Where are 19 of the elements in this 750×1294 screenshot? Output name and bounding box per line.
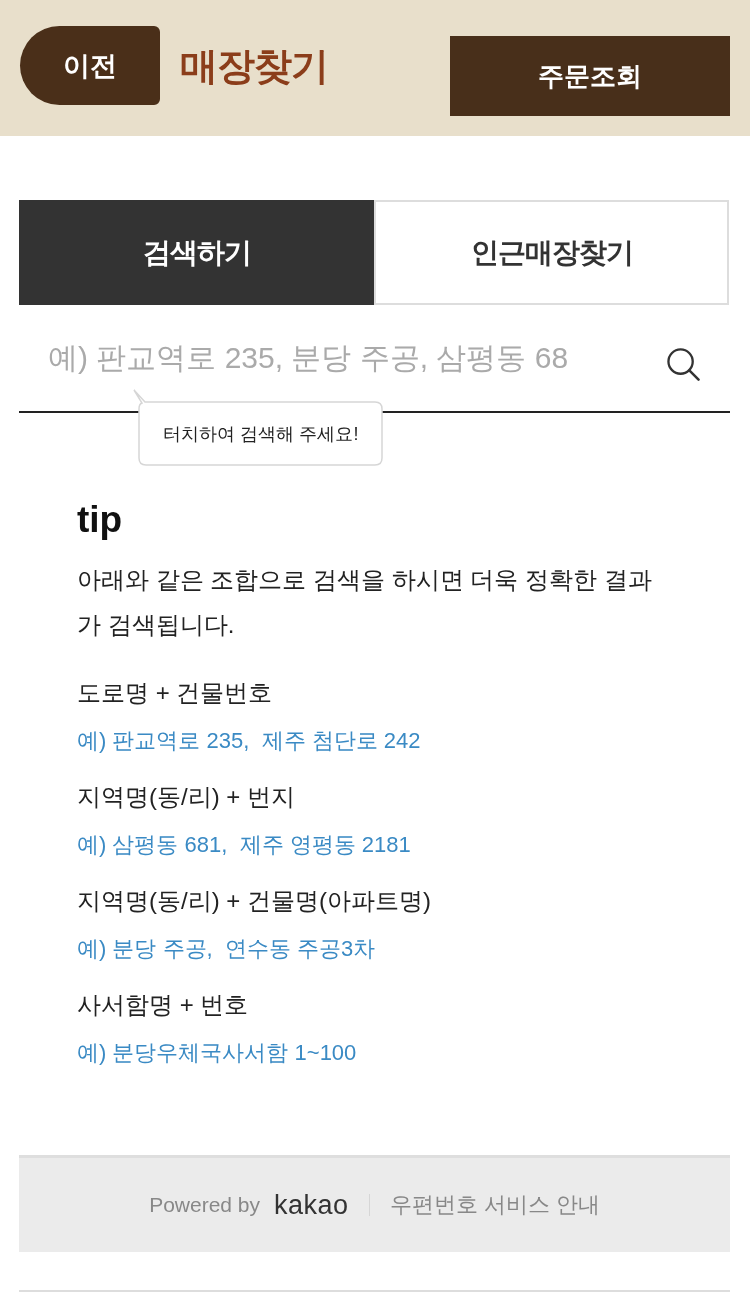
- search-example: 예) 분당우체국사서함 1~100: [77, 1039, 358, 1067]
- search-format-label: 도로명 + 건물번호: [77, 678, 274, 708]
- back-button[interactable]: 이전: [20, 26, 160, 105]
- tip-heading: tip: [77, 498, 124, 542]
- search-format-label: 지역명(동/리) + 건물명(아파트명): [77, 886, 432, 916]
- tooltip: 터치하여 검색해 주세요!: [133, 388, 383, 466]
- tab[interactable]: 인근매장찾기: [374, 200, 729, 305]
- search-example: 예) 판교역로 235, 제주 첨단로 242: [77, 727, 422, 755]
- search-format-label: 사서함명 + 번호: [77, 990, 250, 1020]
- order-lookup-button[interactable]: 주문조회: [450, 36, 730, 116]
- search-format-label: 지역명(동/리) + 번지: [77, 782, 296, 812]
- search-example: 예) 분당 주공, 연수동 주공3차: [77, 935, 377, 963]
- powered-by-text: Powered by: [149, 1193, 261, 1217]
- tab[interactable]: 검색하기: [19, 200, 374, 305]
- page-title: 매장찾기: [180, 44, 328, 89]
- search-icon[interactable]: [667, 348, 700, 381]
- search-example: 예) 삼평동 681, 제주 영평동 2181: [77, 831, 412, 859]
- tip-description: 아래와 같은 조합으로 검색을 하시면 더욱 정확한 결과가 검색됩니다.: [77, 565, 653, 640]
- kakao-wordmark: kakao: [274, 1189, 349, 1221]
